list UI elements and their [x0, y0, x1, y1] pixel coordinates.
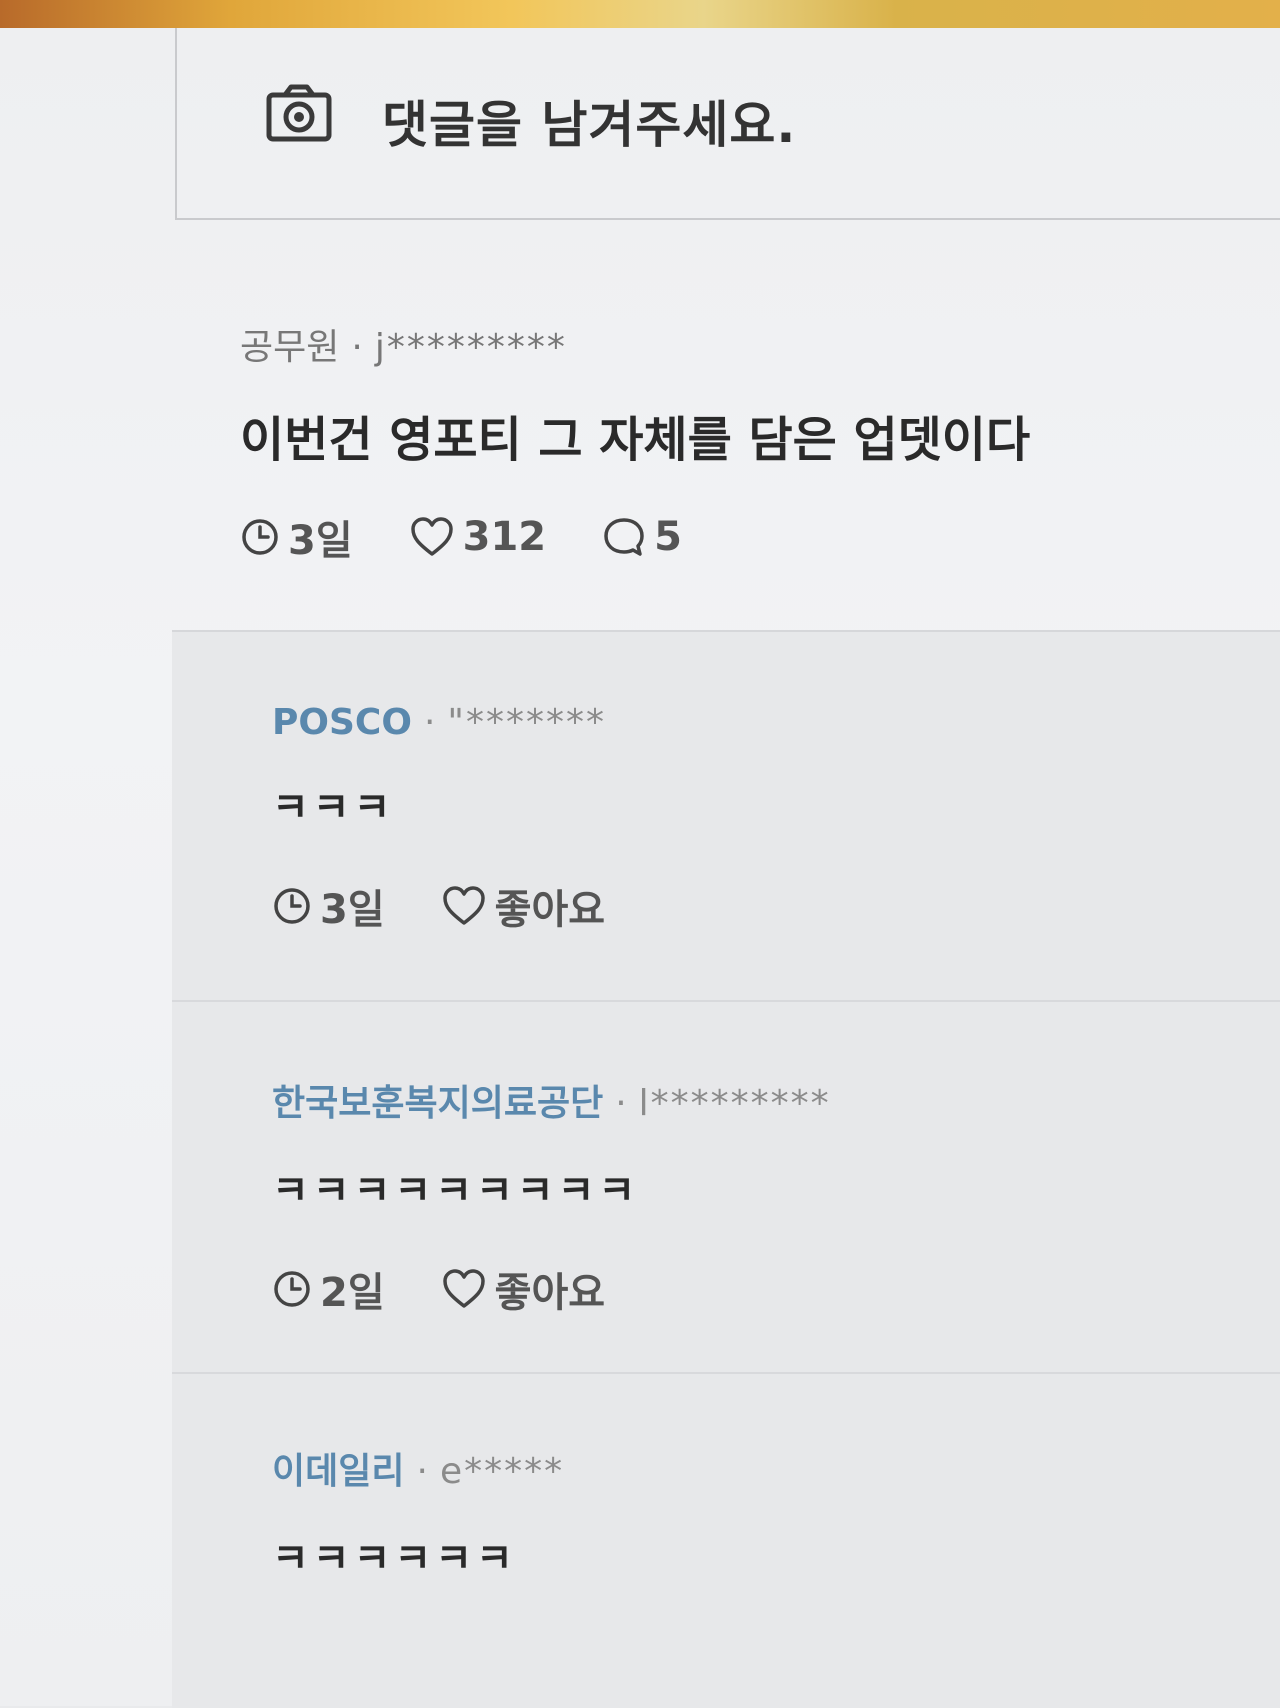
like-button[interactable]: 좋아요 [441, 1260, 605, 1318]
comment-input-placeholder[interactable]: 댓글을 남겨주세요. [382, 85, 796, 157]
heart-icon[interactable] [409, 516, 455, 558]
reply-user: e***** [439, 1451, 565, 1492]
like-label[interactable]: 좋아요 [495, 1260, 605, 1318]
reply-text: ㅋㅋㅋㅋㅋㅋㅋㅋㅋ [272, 1168, 640, 1214]
reply-meta: 이데일리 · e***** [272, 1442, 564, 1494]
clock-icon [274, 1271, 310, 1307]
reply-company[interactable]: 이데일리 [272, 1451, 404, 1492]
comments-page: 댓글을 남겨주세요. 공무원 · j********* 이번건 영포티 그 자체를 … [0, 28, 1280, 1708]
meta-separator: · [615, 1083, 627, 1124]
clock-icon [274, 888, 310, 924]
like-label[interactable]: 좋아요 [495, 877, 605, 935]
heart-icon[interactable] [441, 1268, 487, 1310]
reply-text: ㅋㅋㅋㅋㅋㅋ [272, 1536, 517, 1582]
reply-time-text: 3일 [320, 887, 385, 933]
reply-time-text: 2일 [320, 1270, 385, 1316]
reply-item: POSCO · "******* ㅋㅋㅋ 3일 좋아요 [172, 632, 1280, 1002]
comment-actions: 3일 312 5 [240, 508, 1240, 566]
reply-company[interactable]: 한국보훈복지의료공단 [272, 1083, 603, 1124]
reply-time: 2일 [272, 1260, 385, 1318]
reply-button[interactable]: 5 [602, 514, 682, 560]
reply-item: 한국보훈복지의료공단 · l********* ㅋㅋㅋㅋㅋㅋㅋㅋㅋ 2일 좋아요 [172, 1002, 1280, 1374]
meta-separator: · [416, 1451, 428, 1492]
reply-time: 3일 [272, 877, 385, 935]
reply-text: ㅋㅋㅋ [272, 785, 395, 831]
like-button[interactable]: 312 [409, 514, 547, 560]
reply-user: "******* [447, 702, 606, 743]
comment-time-text: 3일 [288, 518, 353, 564]
comment-company[interactable]: 공무원 [240, 327, 339, 368]
clock-icon [242, 519, 278, 555]
like-button[interactable]: 좋아요 [441, 877, 605, 935]
reply-item: 이데일리 · e***** ㅋㅋㅋㅋㅋㅋ [172, 1374, 1280, 1708]
comment-composer[interactable]: 댓글을 남겨주세요. [175, 28, 1280, 220]
reply-meta: 한국보훈복지의료공단 · l********* [272, 1074, 831, 1126]
comment-user: j********* [374, 327, 567, 368]
reply-user: l********* [638, 1083, 831, 1124]
meta-separator: · [351, 327, 363, 368]
reply-count: 5 [654, 514, 682, 560]
meta-separator: · [423, 702, 436, 743]
like-count: 312 [462, 514, 547, 560]
reply-actions: 3일 좋아요 [272, 877, 661, 935]
reply-meta: POSCO · "******* [272, 702, 661, 743]
camera-icon[interactable] [265, 83, 333, 143]
comment-meta: 공무원 · j********* [240, 318, 1240, 370]
heart-icon[interactable] [441, 885, 487, 927]
comment-icon[interactable] [602, 516, 646, 558]
comment-time: 3일 [240, 508, 353, 566]
comment-item: 공무원 · j********* 이번건 영포티 그 자체를 담은 업뎃이다 3일 … [240, 318, 1240, 566]
reply-company[interactable]: POSCO [272, 702, 412, 743]
reply-list: POSCO · "******* ㅋㅋㅋ 3일 좋아요 한국보훈복지의료공단 ·… [172, 630, 1280, 1708]
reply-actions: 2일 좋아요 [272, 1260, 831, 1318]
comment-text: 이번건 영포티 그 자체를 담은 업뎃이다 [240, 412, 1031, 468]
